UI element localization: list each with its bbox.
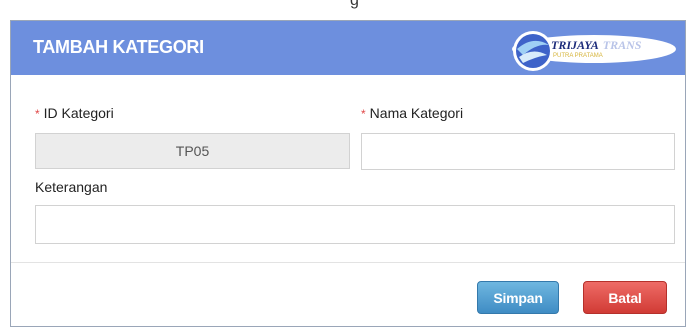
batal-button[interactable]: Batal <box>583 281 667 314</box>
dialog-title: TAMBAH KATEGORI <box>33 37 204 57</box>
keterangan-input[interactable] <box>35 205 675 244</box>
logo-tagline: PUTRA PRATAMA <box>553 53 603 59</box>
company-logo: TRIJAYA TRANS PUTRA PRATAMA <box>499 25 679 75</box>
top-strip: g <box>0 0 692 20</box>
tambah-kategori-dialog: TAMBAH KATEGORI TRIJAYA TRANS PUTRA PRATA… <box>10 20 686 327</box>
nama-kategori-input[interactable] <box>361 133 675 170</box>
simpan-button[interactable]: Simpan <box>477 281 559 314</box>
id-kategori-field: TP05 <box>35 133 350 169</box>
nama-kategori-label: * Nama Kategori <box>361 105 464 121</box>
required-mark: * <box>35 107 40 121</box>
dialog-header: TAMBAH KATEGORI TRIJAYA TRANS PUTRA PRATA… <box>11 21 685 75</box>
keterangan-label: Keterangan <box>35 179 108 195</box>
logo-brand: TRIJAYA TRANS <box>551 38 642 52</box>
clipped-text: g <box>350 0 359 9</box>
required-mark: * <box>361 107 366 121</box>
id-kategori-label: * ID Kategori <box>35 105 114 121</box>
footer-divider <box>11 262 685 263</box>
